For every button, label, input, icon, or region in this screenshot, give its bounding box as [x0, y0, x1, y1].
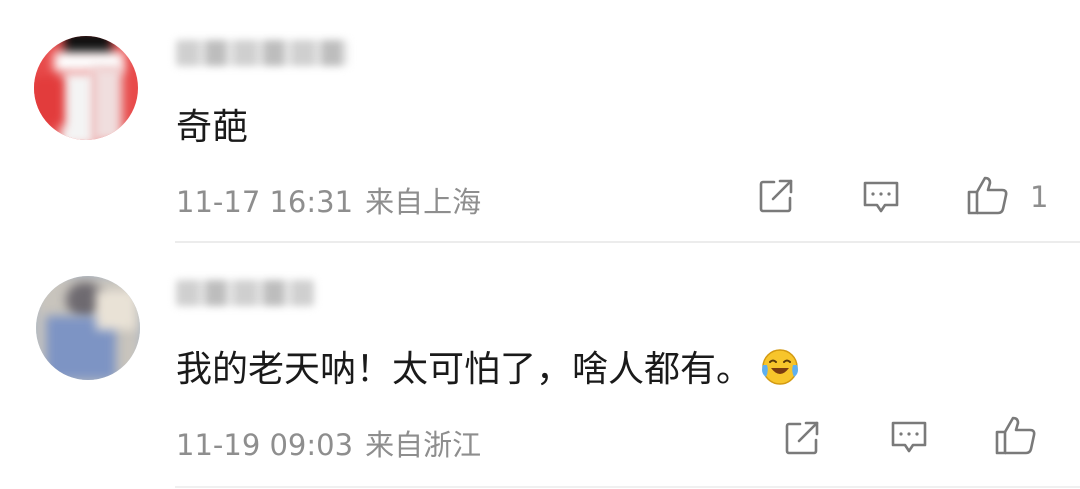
share-icon	[785, 421, 819, 455]
comment-item: 我的老天呐！太可怕了，啥人都有。 11-19 09:03 来自浙江	[0, 244, 1080, 489]
comment-text: 奇葩	[176, 107, 249, 148]
comment-time: 11-17 16:31	[176, 185, 354, 219]
comment-text: 我的老天呐！太可怕了，啥人都有。	[176, 340, 800, 392]
divider	[175, 486, 1080, 488]
share-button[interactable]	[756, 176, 796, 216]
like-button[interactable]	[993, 412, 1039, 458]
comment-meta: 11-17 16:31 来自上海	[176, 179, 481, 221]
like-count: 1	[1030, 180, 1049, 214]
avatar[interactable]	[36, 276, 140, 380]
comment-text-body: 我的老天呐！太可怕了，啥人都有。	[176, 349, 753, 390]
share-button[interactable]	[782, 418, 822, 458]
thumbs-up-icon	[967, 176, 1008, 215]
reply-icon	[863, 181, 899, 213]
reply-button[interactable]	[889, 416, 929, 456]
username[interactable]	[176, 40, 348, 66]
comment-meta: 11-19 09:03 来自浙江	[176, 422, 481, 464]
comment-location: 来自上海	[365, 185, 482, 219]
comment-location: 来自浙江	[365, 428, 482, 462]
comment-item: 奇葩 11-17 16:31 来自上海 1	[0, 0, 1080, 242]
laughing-crying-emoji-icon	[760, 347, 800, 387]
avatar[interactable]	[34, 36, 138, 140]
divider	[175, 241, 1080, 243]
like-button[interactable]	[965, 172, 1011, 218]
thumbs-up-icon	[995, 416, 1036, 455]
share-icon	[759, 179, 793, 213]
reply-icon	[891, 421, 927, 453]
username[interactable]	[176, 280, 314, 306]
comment-time: 11-19 09:03	[176, 428, 354, 462]
reply-button[interactable]	[861, 176, 901, 216]
